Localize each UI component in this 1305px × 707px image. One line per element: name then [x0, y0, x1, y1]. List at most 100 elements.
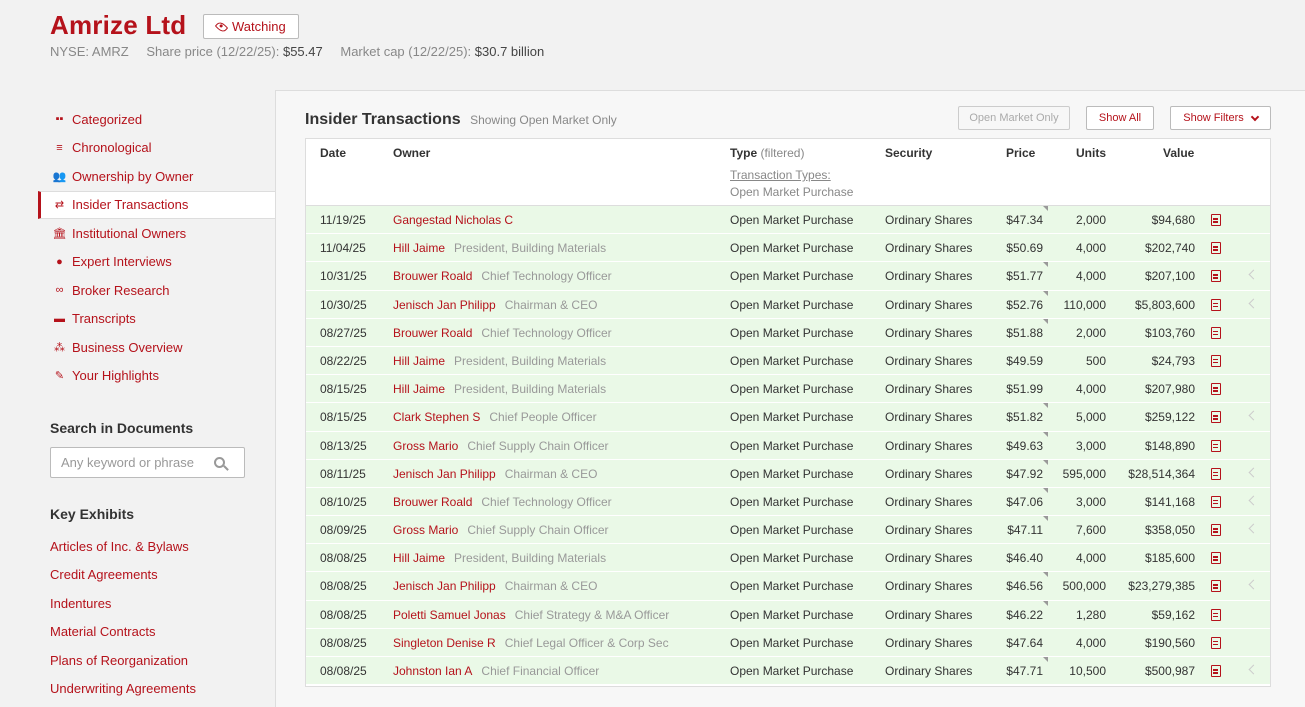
row-owner-link[interactable]: Gangestad Nicholas C — [393, 213, 513, 227]
row-owner-title: President, Building Materials — [454, 551, 607, 566]
row-owner-link[interactable]: Hill Jaime — [393, 241, 445, 255]
document-icon[interactable] — [1211, 242, 1221, 255]
col-date[interactable]: Date — [320, 146, 346, 160]
row-owner-link[interactable]: Hill Jaime — [393, 551, 445, 565]
chevron-left-icon[interactable] — [1248, 495, 1259, 506]
document-icon[interactable] — [1211, 270, 1221, 283]
chevron-left-icon[interactable] — [1248, 664, 1259, 675]
row-owner-link[interactable]: Jenisch Jan Philipp — [393, 298, 496, 312]
document-icon[interactable] — [1211, 608, 1221, 621]
document-icon[interactable] — [1211, 580, 1221, 593]
row-owner-title: Chief Financial Officer — [481, 664, 600, 678]
row-owner-link[interactable]: Gross Mario — [393, 439, 458, 453]
document-icon[interactable] — [1211, 298, 1221, 311]
row-owner-link[interactable]: Poletti Samuel Jonas — [393, 608, 506, 622]
row-security: Ordinary Shares — [885, 438, 973, 453]
show-all-button[interactable]: Show All — [1086, 106, 1154, 130]
row-owner-link[interactable]: Jenisch Jan Philipp — [393, 467, 496, 481]
col-units[interactable]: Units — [1076, 146, 1106, 160]
row-owner-link[interactable]: Brouwer Roald — [393, 269, 472, 283]
document-icon[interactable] — [1211, 354, 1221, 367]
row-owner-link[interactable]: Hill Jaime — [393, 382, 445, 396]
document-icon[interactable] — [1211, 383, 1221, 396]
watching-button[interactable]: Watching — [203, 14, 299, 39]
exhibit-link[interactable]: Credit Agreements — [50, 561, 196, 590]
sidebar-item-broker-research[interactable]: ∞ Broker Research — [38, 276, 275, 305]
row-date: 10/31/25 — [320, 269, 367, 284]
table-row[interactable]: 08/13/25 Gross Mario Chief Supply Chain Of… — [306, 431, 1270, 460]
table-row[interactable]: 08/09/25 Gross Mario Chief Supply Chain Of… — [306, 516, 1270, 545]
search-input[interactable] — [61, 455, 206, 470]
document-icon[interactable] — [1211, 495, 1221, 508]
row-owner-link[interactable]: Singleton Denise R — [393, 636, 496, 650]
sidebar-item-categorized[interactable]: ▪▪ Categorized — [38, 105, 275, 134]
exhibit-link[interactable]: Indentures — [50, 589, 196, 618]
col-type[interactable]: Type (filtered) — [730, 146, 804, 160]
sidebar-item-business-overview[interactable]: ⁂ Business Overview — [38, 333, 275, 362]
row-units: 3,000 — [1075, 438, 1106, 453]
row-owner-link[interactable]: Brouwer Roald — [393, 495, 472, 509]
col-owner[interactable]: Owner — [393, 146, 430, 160]
row-owner-link[interactable]: Brouwer Roald — [393, 326, 472, 340]
table-row[interactable]: 08/15/25 Clark Stephen S Chief People Offi… — [306, 403, 1270, 432]
document-icon[interactable] — [1211, 439, 1221, 452]
sidebar-item-your-highlights[interactable]: ✎ Your Highlights — [38, 362, 275, 391]
table-row[interactable]: 08/22/25 Hill Jaime President, Building Ma… — [306, 346, 1270, 376]
ticker: NYSE: AMRZ — [50, 44, 129, 59]
document-icon[interactable] — [1211, 636, 1221, 649]
exhibit-link[interactable]: Plans of Reorganization — [50, 646, 196, 675]
table-row[interactable]: 08/08/25 Jenisch Jan Philipp Chairman & CE… — [306, 572, 1270, 601]
sidebar-item-institutional-owners[interactable]: 🏛 Institutional Owners — [38, 219, 275, 248]
open-market-only-button[interactable]: Open Market Only — [958, 106, 1070, 130]
document-icon[interactable] — [1211, 552, 1221, 565]
table-row[interactable]: 08/08/25 Johnston Ian A Chief Financial Of… — [306, 657, 1270, 686]
row-owner-link[interactable]: Hill Jaime — [393, 354, 445, 368]
chevron-left-icon[interactable] — [1248, 467, 1259, 478]
row-owner-cell: Jenisch Jan Philipp Chairman & CEO — [393, 298, 597, 312]
sidebar-item-chronological[interactable]: ≡ Chronological — [38, 134, 275, 163]
row-owner-link[interactable]: Gross Mario — [393, 523, 458, 537]
row-owner-cell: Johnston Ian A Chief Financial Officer — [393, 664, 599, 678]
col-price[interactable]: Price — [1006, 146, 1035, 160]
show-filters-button[interactable]: Show Filters — [1170, 106, 1271, 130]
sidebar-item-ownership-by-owner[interactable]: 👥 Ownership by Owner — [38, 162, 275, 191]
exhibit-link[interactable]: Underwriting Agreements — [50, 675, 196, 704]
table-row[interactable]: 11/04/25 Hill Jaime President, Building Ma… — [306, 234, 1270, 263]
chevron-left-icon[interactable] — [1248, 410, 1259, 421]
row-owner-link[interactable]: Jenisch Jan Philipp — [393, 579, 496, 593]
document-icon[interactable] — [1211, 214, 1221, 226]
chevron-left-icon[interactable] — [1248, 579, 1259, 590]
table-row[interactable]: 08/10/25 Brouwer Roald Chief Technology Of… — [306, 487, 1270, 517]
price-note-marker-icon — [1043, 403, 1048, 409]
table-row[interactable]: 10/30/25 Jenisch Jan Philipp Chairman & CE… — [306, 290, 1270, 319]
col-value[interactable]: Value — [1163, 146, 1194, 160]
sidebar-item-expert-interviews[interactable]: ● Expert Interviews — [38, 248, 275, 277]
row-security: Ordinary Shares — [885, 269, 973, 284]
document-icon[interactable] — [1211, 524, 1221, 537]
table-row[interactable]: 11/19/25 Gangestad Nicholas C Open Market … — [306, 206, 1270, 235]
transaction-types-link[interactable]: Transaction Types: — [730, 168, 831, 182]
sidebar-item-insider-transactions[interactable]: ⇄ Insider Transactions — [38, 190, 275, 219]
search-icon[interactable] — [214, 457, 225, 468]
document-icon[interactable] — [1211, 411, 1221, 424]
table-row[interactable]: 08/11/25 Jenisch Jan Philipp Chairman & CE… — [306, 459, 1270, 488]
chevron-left-icon[interactable] — [1248, 298, 1259, 309]
row-owner-link[interactable]: Johnston Ian A — [393, 664, 472, 678]
table-row[interactable]: 08/15/25 Hill Jaime President, Building Ma… — [306, 375, 1270, 404]
exhibit-link[interactable]: Articles of Inc. & Bylaws — [50, 532, 196, 561]
document-icon[interactable] — [1211, 467, 1221, 480]
chevron-left-icon[interactable] — [1248, 269, 1259, 280]
row-owner-link[interactable]: Clark Stephen S — [393, 410, 480, 424]
exhibit-link[interactable]: Material Contracts — [50, 618, 196, 647]
table-row[interactable]: 08/08/25 Singleton Denise R Chief Legal Of… — [306, 628, 1270, 657]
table-row[interactable]: 08/08/25 Poletti Samuel Jonas Chief Strate… — [306, 600, 1270, 629]
table-row[interactable]: 08/27/25 Brouwer Roald Chief Technology Of… — [306, 318, 1270, 347]
chevron-left-icon[interactable] — [1248, 523, 1259, 534]
table-row[interactable]: 10/31/25 Brouwer Roald Chief Technology Of… — [306, 262, 1270, 291]
row-value: $141,168 — [1144, 494, 1195, 509]
col-security[interactable]: Security — [885, 146, 932, 160]
document-icon[interactable] — [1211, 326, 1221, 339]
table-row[interactable]: 08/08/25 Hill Jaime President, Building Ma… — [306, 544, 1270, 573]
document-icon[interactable] — [1211, 665, 1221, 677]
sidebar-item-transcripts[interactable]: ▬ Transcripts — [38, 305, 275, 334]
